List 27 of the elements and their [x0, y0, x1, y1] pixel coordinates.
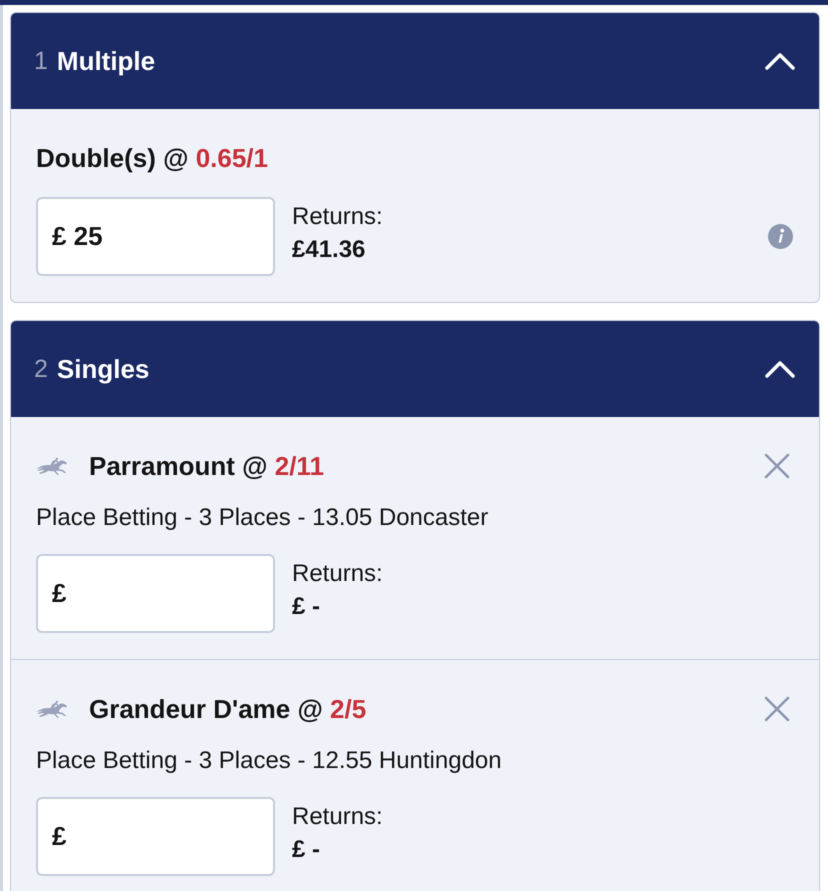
info-icon[interactable] — [768, 224, 793, 249]
section-title: Multiple — [56, 46, 156, 76]
bet-title: Grandeur D'ame @ 2/5 — [89, 694, 366, 724]
returns-value: £41.36 — [292, 236, 366, 264]
stake-field[interactable]: £ — [36, 797, 275, 876]
stake-field[interactable]: £ 25 — [36, 197, 275, 276]
bet-title: Double(s) @ 0.65/1 — [36, 143, 268, 173]
horse-icon — [36, 456, 67, 476]
chevron-up-icon[interactable] — [765, 52, 795, 70]
returns-value: £ - — [292, 836, 322, 864]
returns-label: Returns: — [292, 203, 383, 231]
section-count: 1 — [34, 46, 48, 76]
bet-description: Place Betting - 3 Places - 12.55 Huntingdon — [36, 746, 503, 776]
bet-title: Parramount @ 2/11 — [89, 451, 324, 481]
section-header[interactable]: 1 Multiple — [11, 13, 819, 109]
returns-label: Returns: — [292, 803, 383, 831]
returns-label: Returns: — [292, 560, 383, 588]
returns-value: £ - — [292, 593, 322, 621]
section-count: 2 — [34, 354, 48, 384]
section-title: Singles — [56, 354, 150, 384]
close-icon[interactable] — [764, 696, 790, 722]
close-icon[interactable] — [764, 453, 790, 479]
chevron-up-icon[interactable] — [765, 360, 795, 378]
section-header[interactable]: 2 Singles — [11, 321, 819, 417]
horse-icon — [36, 700, 67, 718]
stake-field[interactable]: £ — [36, 554, 275, 633]
bet-description: Place Betting - 3 Places - 13.05 Doncaster — [36, 503, 490, 533]
